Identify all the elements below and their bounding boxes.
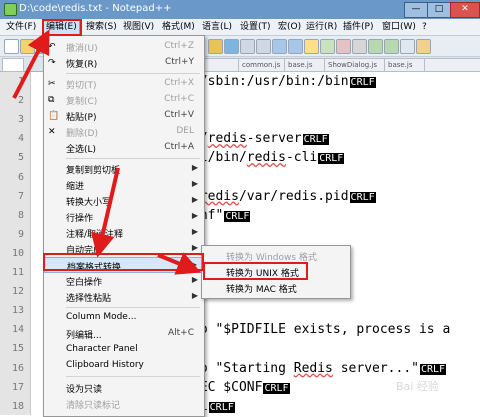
arrow-to-unix-format bbox=[157, 252, 202, 275]
annotation-arrows bbox=[12, 29, 202, 275]
arrow-to-edit-menu bbox=[12, 29, 50, 99]
arrow-to-eol-conversion bbox=[91, 167, 120, 258]
watermark: Bai 经验 bbox=[396, 380, 439, 393]
